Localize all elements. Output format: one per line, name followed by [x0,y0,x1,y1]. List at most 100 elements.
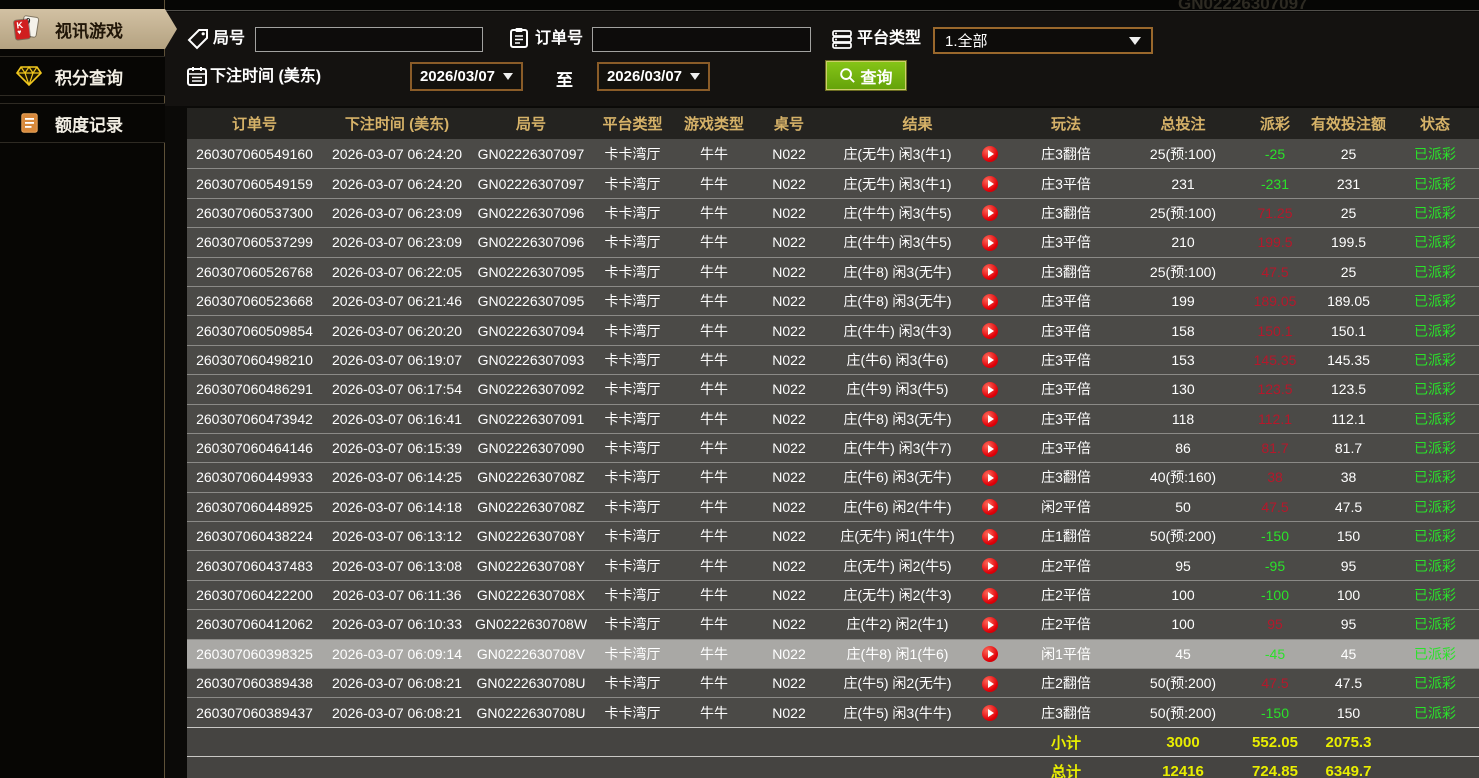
cell-status: 已派彩 [1391,203,1479,223]
cell-table-no: N022 [753,587,825,603]
cell-platform: 卡卡湾厅 [590,467,675,487]
cell-bet-time: 2026-03-07 06:13:08 [322,558,472,574]
playing-cards-icon: 9 K♥ [14,16,44,43]
table-row[interactable]: 2603070605491602026-03-07 06:24:20GN0222… [187,139,1479,168]
cell-play-type: 庄3平倍 [1010,291,1122,311]
round-no-input[interactable] [255,27,483,52]
sidebar-item-label: 视讯游戏 [55,17,123,42]
col-header-play: 玩法 [1010,113,1122,134]
play-video-icon[interactable] [982,588,998,604]
col-header-table-no: 桌号 [753,113,825,134]
play-video-icon[interactable] [982,705,998,721]
cell-order-no: 260307060523668 [187,293,322,309]
cell-bet-time: 2026-03-07 06:14:25 [322,469,472,485]
table-row[interactable]: 2603070604382242026-03-07 06:13:12GN0222… [187,521,1479,550]
search-icon [839,67,856,84]
play-video-icon[interactable] [982,411,998,427]
cell-total-bet: 25(预:100) [1122,262,1244,282]
platform-type-select[interactable]: 1.全部 [933,27,1153,54]
cell-bet-time: 2026-03-07 06:08:21 [322,705,472,721]
table-row[interactable]: 2603070604982102026-03-07 06:19:07GN0222… [187,345,1479,374]
cell-payout: 145.35 [1244,352,1306,368]
table-row[interactable]: 2603070604862912026-03-07 06:17:54GN0222… [187,374,1479,403]
cell-bet-time: 2026-03-07 06:10:33 [322,616,472,632]
table-row[interactable]: 2603070605267682026-03-07 06:22:05GN0222… [187,257,1479,286]
order-no-label: 订单号 [535,28,583,50]
cell-play-type: 庄3平倍 [1010,438,1122,458]
table-row[interactable]: 2603070604499332026-03-07 06:14:25GN0222… [187,462,1479,491]
cell-status: 已派彩 [1391,291,1479,311]
date-from-select[interactable]: 2026/03/07 [410,62,523,91]
date-to-select[interactable]: 2026/03/07 [597,62,710,91]
table-row[interactable]: 2603070604222002026-03-07 06:11:36GN0222… [187,580,1479,609]
table-row[interactable]: 2603070605236682026-03-07 06:21:46GN0222… [187,286,1479,315]
cell-valid-bet: 25 [1306,146,1391,162]
play-video-icon[interactable] [982,470,998,486]
cell-status: 已派彩 [1391,644,1479,664]
table-row[interactable]: 2603070604739422026-03-07 06:16:41GN0222… [187,404,1479,433]
cell-bet-time: 2026-03-07 06:21:46 [322,293,472,309]
cell-game-type: 牛牛 [675,409,753,429]
sidebar-item-points-query[interactable]: 积分查询 [0,56,165,96]
cell-valid-bet: 145.35 [1306,352,1391,368]
play-video-icon[interactable] [982,323,998,339]
col-header-payout: 派彩 [1244,113,1306,134]
cell-play-type: 闲2平倍 [1010,497,1122,517]
play-video-icon[interactable] [982,499,998,515]
play-video-icon[interactable] [982,441,998,457]
play-video-icon[interactable] [982,264,998,280]
cell-game-type: 牛牛 [675,438,753,458]
play-video-icon[interactable] [982,235,998,251]
play-video-icon[interactable] [982,176,998,192]
table-row[interactable]: 2603070604374832026-03-07 06:13:08GN0222… [187,550,1479,579]
cell-replay [970,263,1010,280]
search-button[interactable]: 查询 [826,61,906,90]
cell-replay [970,704,1010,721]
cell-round-no: GN0222630708U [472,675,590,691]
table-row[interactable]: 2603070605373002026-03-07 06:23:09GN0222… [187,198,1479,227]
play-video-icon[interactable] [982,617,998,633]
cell-bet-time: 2026-03-07 06:24:20 [322,176,472,192]
play-video-icon[interactable] [982,529,998,545]
play-video-icon[interactable] [982,382,998,398]
cell-status: 已派彩 [1391,379,1479,399]
table-row[interactable]: 2603070605491592026-03-07 06:24:20GN0222… [187,168,1479,197]
cell-table-no: N022 [753,675,825,691]
play-video-icon[interactable] [982,676,998,692]
play-video-icon[interactable] [982,205,998,221]
cell-bet-time: 2026-03-07 06:24:20 [322,146,472,162]
cell-order-no: 260307060498210 [187,352,322,368]
table-row[interactable]: 2603070603894372026-03-07 06:08:21GN0222… [187,697,1479,726]
cell-platform: 卡卡湾厅 [590,673,675,693]
table-row[interactable]: 2603070604120622026-03-07 06:10:33GN0222… [187,609,1479,638]
play-video-icon[interactable] [982,646,998,662]
col-header-order: 订单号 [187,113,322,134]
cell-status: 已派彩 [1391,614,1479,634]
sidebar-item-quota-records[interactable]: 额度记录 [0,103,165,143]
cell-status: 已派彩 [1391,556,1479,576]
cell-play-type: 庄3翻倍 [1010,703,1122,723]
sidebar-item-label: 额度记录 [55,111,123,136]
table-row[interactable]: 2603070605372992026-03-07 06:23:09GN0222… [187,227,1479,256]
cell-play-type: 庄2平倍 [1010,614,1122,634]
sidebar-item-video-games[interactable]: 9 K♥ 视讯游戏 [0,9,177,49]
cell-platform: 卡卡湾厅 [590,144,675,164]
table-row[interactable]: 2603070604641462026-03-07 06:15:39GN0222… [187,433,1479,462]
cell-replay [970,410,1010,427]
order-no-input[interactable] [592,27,811,52]
cell-payout: 47.5 [1244,499,1306,515]
cell-platform: 卡卡湾厅 [590,174,675,194]
cell-table-no: N022 [753,469,825,485]
table-row[interactable]: 2603070603894382026-03-07 06:08:21GN0222… [187,668,1479,697]
table-row[interactable]: 2603070604489252026-03-07 06:14:18GN0222… [187,492,1479,521]
cell-game-type: 牛牛 [675,497,753,517]
play-video-icon[interactable] [982,352,998,368]
play-video-icon[interactable] [982,558,998,574]
cell-play-type: 庄3平倍 [1010,321,1122,341]
table-row[interactable]: 2603070605098542026-03-07 06:20:20GN0222… [187,315,1479,344]
table-row[interactable]: 2603070603983252026-03-07 06:09:14GN0222… [187,639,1479,668]
cell-order-no: 260307060509854 [187,323,322,339]
play-video-icon[interactable] [982,146,998,162]
subtotal-payout: 552.05 [1244,734,1306,751]
play-video-icon[interactable] [982,294,998,310]
